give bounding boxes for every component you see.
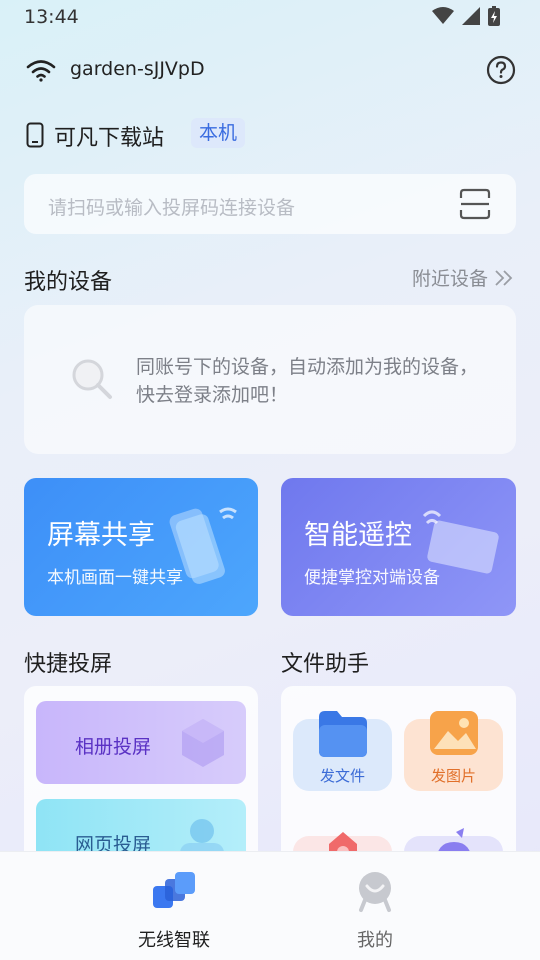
send-image-label: 发图片 xyxy=(430,767,476,785)
wifi-ssid: garden-sJJVpD xyxy=(70,58,205,80)
empty-devices-message: 同账号下的设备，自动添加为我的设备，快去登录添加吧！ xyxy=(136,356,479,406)
profile-icon xyxy=(359,872,391,912)
nearby-devices-link[interactable]: 附近设备 xyxy=(412,264,514,291)
album-cast-label: 相册投屏 xyxy=(75,736,152,758)
bottom-navigation: 无线智联 我的 xyxy=(0,851,540,960)
file-helper-title: 文件助手 xyxy=(281,652,370,677)
help-icon[interactable] xyxy=(486,55,516,85)
nearby-devices-label: 附近设备 xyxy=(411,268,488,290)
connect-code-input[interactable]: 请扫码或输入投屏码连接设备 xyxy=(24,174,516,234)
album-cast-button[interactable]: 相册投屏 xyxy=(36,701,246,784)
tab-mine-label: 我的 xyxy=(357,930,393,951)
wifi-signal-icon xyxy=(432,7,454,24)
tab-mine[interactable]: 我的 xyxy=(315,870,435,952)
scan-icon[interactable] xyxy=(458,187,492,221)
album-cube-icon xyxy=(182,719,224,767)
tab-wireless-connect[interactable]: 无线智联 xyxy=(114,870,234,952)
smart-remote-card[interactable]: 智能遥控 便捷掌控对端设备 xyxy=(281,478,516,616)
folder-icon xyxy=(318,711,367,757)
send-image-button[interactable]: 发图片 xyxy=(404,711,503,791)
magnifier-icon xyxy=(72,359,112,399)
local-device-name: 可凡下载站 xyxy=(54,126,165,151)
phone-icon xyxy=(26,122,44,148)
screen-share-card[interactable]: 屏幕共享 本机画面一键共享 xyxy=(24,478,258,616)
local-device-badge: 本机 xyxy=(191,118,246,148)
double-chevron-right-icon xyxy=(495,269,513,286)
wireless-connect-icon xyxy=(153,872,195,908)
quick-cast-title: 快捷投屏 xyxy=(24,652,113,677)
send-file-label: 发文件 xyxy=(319,767,365,785)
tv-remote-illustration xyxy=(422,510,499,574)
status-icons xyxy=(432,6,500,26)
status-time: 13:44 xyxy=(24,6,79,28)
screen-share-title: 屏幕共享 xyxy=(47,520,155,551)
wifi-icon xyxy=(26,60,56,82)
image-icon xyxy=(429,711,478,755)
battery-icon xyxy=(488,6,500,26)
tab-wireless-connect-label: 无线智联 xyxy=(138,930,210,951)
screen-share-subtitle: 本机画面一键共享 xyxy=(47,568,183,588)
send-file-button[interactable]: 发文件 xyxy=(293,711,392,791)
smart-remote-title: 智能遥控 xyxy=(304,520,412,551)
my-devices-empty-card: 同账号下的设备，自动添加为我的设备，快去登录添加吧！ xyxy=(24,305,516,454)
my-devices-title: 我的设备 xyxy=(24,270,113,295)
cell-signal-icon xyxy=(462,7,480,25)
local-device-row: 可凡下载站 本机 xyxy=(26,118,326,152)
wifi-row: garden-sJJVpD xyxy=(26,55,516,87)
connect-code-placeholder: 请扫码或输入投屏码连接设备 xyxy=(48,197,296,219)
phone-share-illustration xyxy=(169,507,237,584)
status-bar: 13:44 xyxy=(0,0,540,34)
